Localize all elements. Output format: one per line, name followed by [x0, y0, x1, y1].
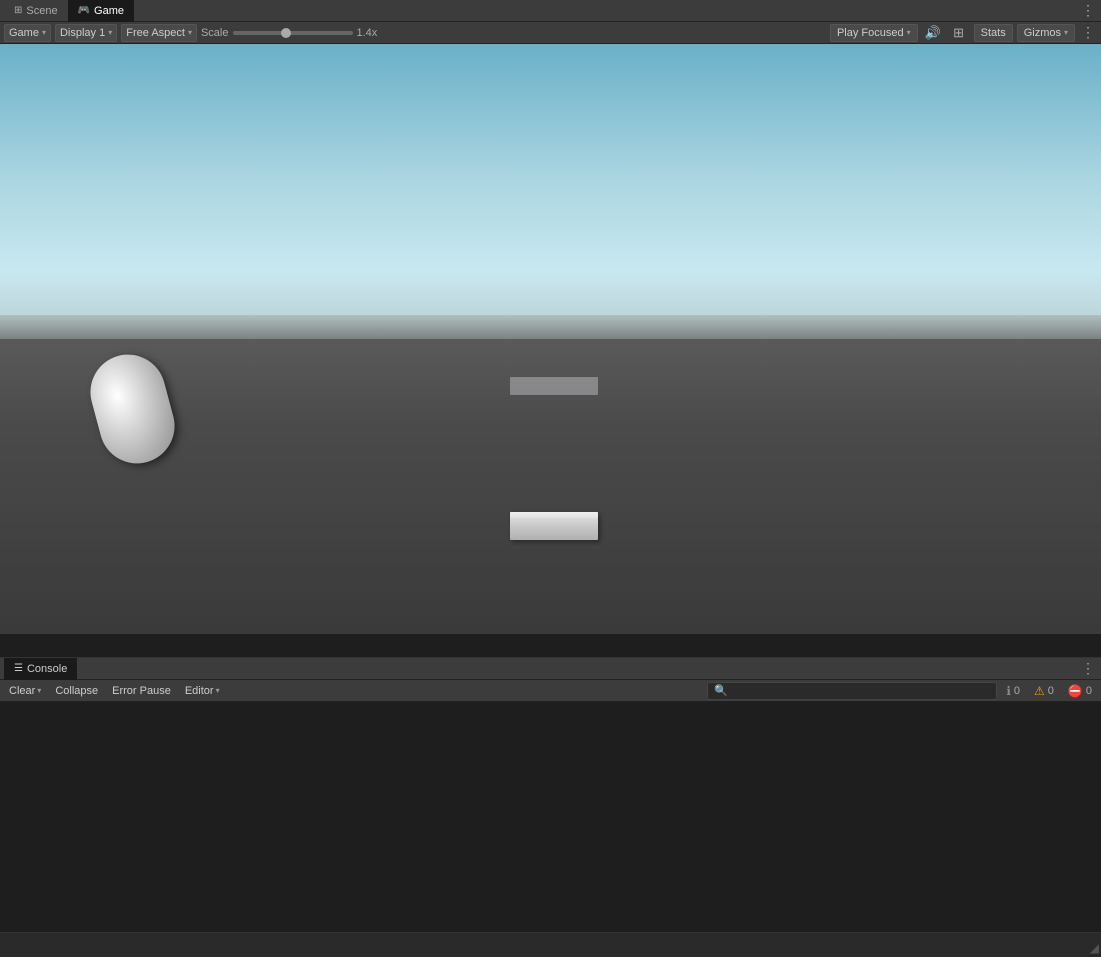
- console-menu-button[interactable]: ⋮: [1079, 660, 1097, 678]
- tab-game-label: Game: [94, 5, 124, 17]
- console-content[interactable]: [0, 702, 1101, 957]
- search-icon: 🔍: [714, 684, 728, 697]
- scale-value: 1.4x: [357, 27, 378, 39]
- warning-icon: ⚠: [1034, 684, 1045, 698]
- aspect-dropdown-arrow: ▾: [188, 28, 192, 37]
- gizmos-button[interactable]: Gizmos ▾: [1017, 24, 1075, 42]
- editor-label: Editor: [185, 685, 214, 697]
- display-grid-button[interactable]: ⊞: [948, 24, 970, 42]
- platform-near: [510, 512, 598, 540]
- audio-button[interactable]: 🔊: [922, 24, 944, 42]
- toolbar-right: Play Focused ▾ 🔊 ⊞ Stats Gizmos ▾ ⋮: [830, 24, 1097, 42]
- tab-console[interactable]: ☰ Console: [4, 658, 77, 680]
- tab-game[interactable]: 🎮 Game: [68, 0, 134, 22]
- game-dropdown-arrow: ▾: [42, 28, 46, 37]
- game-toolbar: Game ▾ Display 1 ▾ Free Aspect ▾ Scale 1…: [0, 22, 1101, 44]
- scale-slider[interactable]: [233, 31, 353, 35]
- error-badge[interactable]: ⛔ 0: [1063, 682, 1097, 700]
- console-area: ☰ Console ⋮ Clear ▾ Collapse Error Pause…: [0, 657, 1101, 957]
- error-icon: ⛔: [1068, 684, 1083, 698]
- error-count: 0: [1086, 685, 1092, 697]
- search-input[interactable]: [732, 685, 990, 697]
- warning-badge[interactable]: ⚠ 0: [1029, 682, 1059, 700]
- tab-scene[interactable]: ⊞ Scene: [4, 0, 68, 22]
- scale-control: Scale 1.4x: [201, 27, 377, 39]
- game-viewport: [0, 44, 1101, 634]
- info-badge[interactable]: ℹ 0: [1001, 682, 1025, 700]
- console-toolbar: Clear ▾ Collapse Error Pause Editor ▾ 🔍 …: [0, 680, 1101, 702]
- game-dropdown-label: Game: [9, 27, 39, 39]
- clear-arrow: ▾: [37, 686, 41, 695]
- display-dropdown[interactable]: Display 1 ▾: [55, 24, 117, 42]
- collapse-label: Collapse: [55, 685, 98, 697]
- aspect-dropdown-label: Free Aspect: [126, 27, 185, 39]
- editor-arrow: ▾: [216, 686, 220, 695]
- error-pause-button[interactable]: Error Pause: [107, 682, 176, 700]
- console-search[interactable]: 🔍: [707, 682, 997, 700]
- console-tab-bar: ☰ Console ⋮: [0, 658, 1101, 680]
- info-icon: ℹ: [1006, 684, 1011, 698]
- info-count: 0: [1014, 685, 1020, 697]
- game-dropdown[interactable]: Game ▾: [4, 24, 51, 42]
- stats-label: Stats: [981, 27, 1006, 39]
- main-tab-bar: ⊞ Scene 🎮 Game ⋮: [0, 0, 1101, 22]
- aspect-dropdown[interactable]: Free Aspect ▾: [121, 24, 197, 42]
- display-dropdown-label: Display 1: [60, 27, 105, 39]
- scale-thumb[interactable]: [281, 28, 291, 38]
- game-icon: 🎮: [78, 5, 90, 16]
- play-focused-label: Play Focused: [837, 27, 904, 39]
- error-pause-label: Error Pause: [112, 685, 171, 697]
- clear-label: Clear: [9, 685, 35, 697]
- stats-button[interactable]: Stats: [974, 24, 1013, 42]
- gizmos-arrow: ▾: [1064, 28, 1068, 37]
- tab-menu-button[interactable]: ⋮: [1079, 2, 1097, 20]
- display-dropdown-arrow: ▾: [108, 28, 112, 37]
- play-focused-button[interactable]: Play Focused ▾: [830, 24, 918, 42]
- tab-scene-label: Scene: [26, 5, 57, 17]
- play-focused-arrow: ▾: [907, 28, 911, 37]
- toolbar-menu-button[interactable]: ⋮: [1079, 24, 1097, 42]
- console-tab-label: Console: [27, 663, 67, 675]
- scale-label: Scale: [201, 27, 229, 39]
- gizmos-label: Gizmos: [1024, 27, 1061, 39]
- resize-handle[interactable]: ◢: [1085, 941, 1099, 955]
- console-tab-icon: ☰: [14, 663, 23, 674]
- clear-button[interactable]: Clear ▾: [4, 682, 46, 700]
- collapse-button[interactable]: Collapse: [50, 682, 103, 700]
- platform-far: [510, 377, 598, 395]
- bottom-strip: ◢: [0, 932, 1101, 957]
- warning-count: 0: [1048, 685, 1054, 697]
- editor-dropdown[interactable]: Editor ▾: [180, 682, 225, 700]
- scene-icon: ⊞: [14, 5, 22, 16]
